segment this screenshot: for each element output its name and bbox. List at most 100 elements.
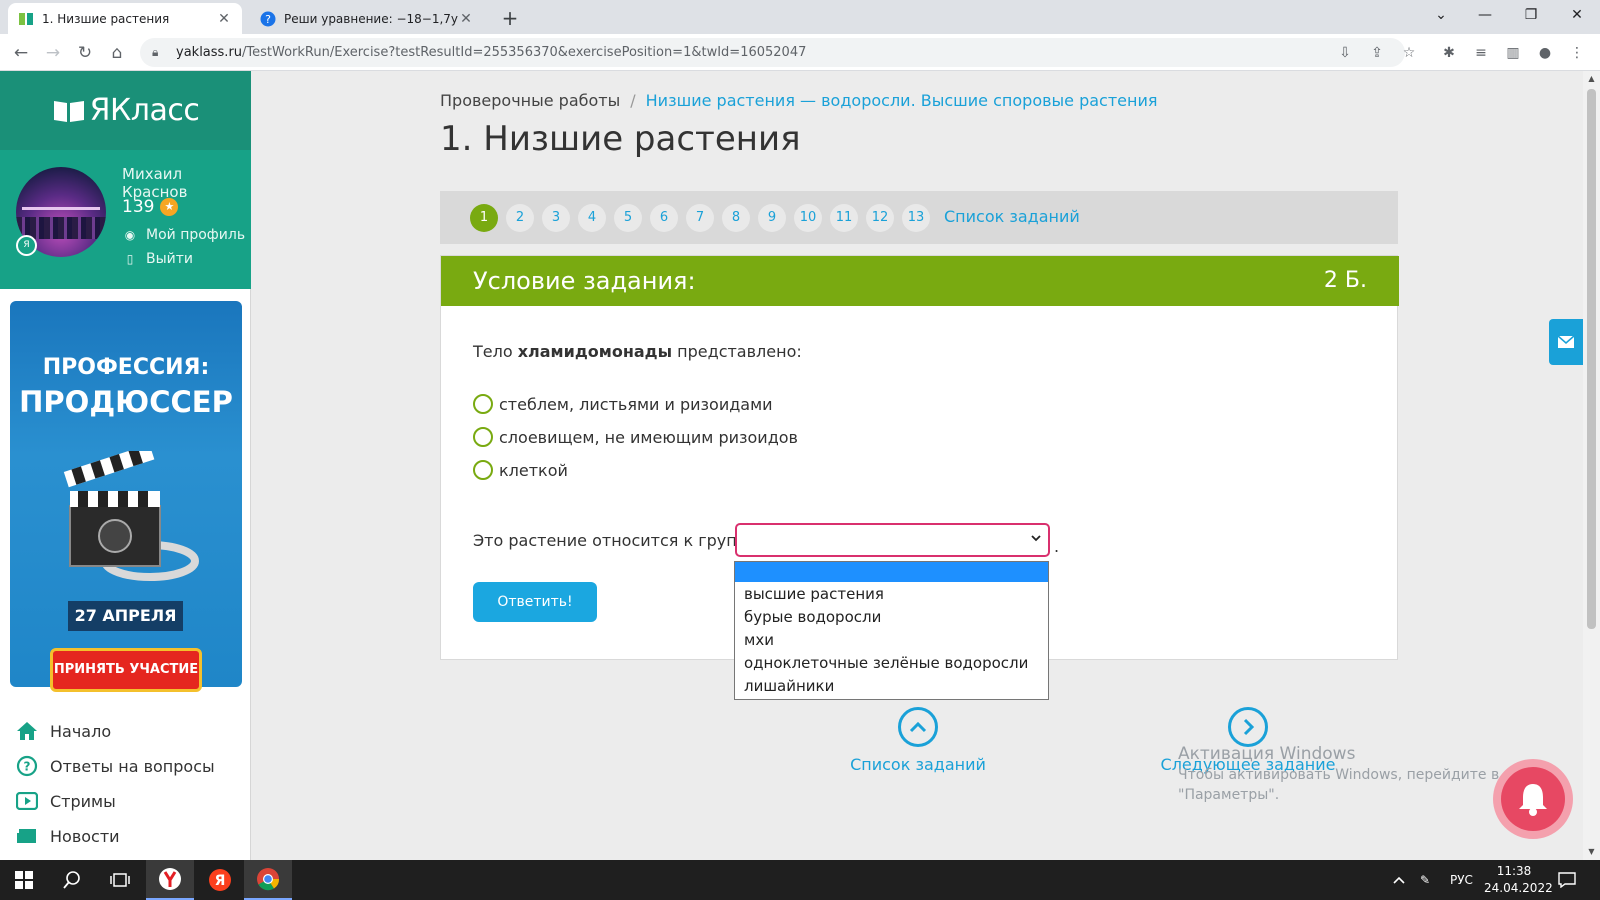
pager-item-7[interactable]: 7 bbox=[686, 204, 714, 232]
sidebar-item-news[interactable]: Новости bbox=[16, 821, 120, 851]
url-path: /TestWorkRun/Exercise?testResultId=25535… bbox=[242, 45, 807, 60]
bottom-task-list-link[interactable]: Список заданий bbox=[828, 707, 1008, 774]
tab-active[interactable]: 1. Низшие растения ✕ bbox=[8, 3, 242, 34]
sidebar-item-streams[interactable]: Стримы bbox=[16, 786, 116, 816]
group-select[interactable] bbox=[735, 523, 1050, 557]
pager-item-12[interactable]: 12 bbox=[866, 204, 894, 232]
side-panel-icon[interactable]: ▥ bbox=[1502, 42, 1524, 64]
tray-chevron-up-icon[interactable] bbox=[1392, 860, 1406, 900]
user-score: 139 ★ bbox=[122, 197, 179, 217]
restore-icon[interactable]: ❐ bbox=[1508, 0, 1554, 30]
input-language[interactable]: РУС bbox=[1450, 860, 1473, 900]
pager-item-13[interactable]: 13 bbox=[902, 204, 930, 232]
answer-option-1[interactable]: стеблем, листьями и ризоидами bbox=[473, 392, 773, 416]
my-profile-link[interactable]: ◉ Мой профиль bbox=[122, 227, 245, 243]
group-question-label: Это растение относится к группе bbox=[473, 531, 758, 550]
ad-cta-button[interactable]: ПРИНЯТЬ УЧАСТИЕ bbox=[50, 648, 202, 692]
address-bar[interactable]: 🔒︎ yaklass.ru/TestWorkRun/Exercise?testR… bbox=[140, 38, 1405, 67]
yandex-browser-icon[interactable] bbox=[146, 860, 194, 900]
dropdown-option[interactable]: одноклеточные зелёные водоросли bbox=[735, 652, 1048, 674]
sidebar-item-answers[interactable]: ? Ответы на вопросы bbox=[16, 751, 215, 781]
svg-text:?: ? bbox=[265, 13, 271, 26]
tab-inactive[interactable]: ? Реши уравнение: −18−1,7y=44,4 ✕ bbox=[250, 3, 484, 34]
logout-link[interactable]: ▯ Выйти bbox=[122, 251, 193, 267]
sidebar-item-label: Стримы bbox=[50, 791, 116, 811]
tab-close-icon[interactable]: ✕ bbox=[216, 11, 232, 27]
scroll-up-icon[interactable]: ▲ bbox=[1583, 71, 1600, 87]
tab-close-icon[interactable]: ✕ bbox=[458, 11, 474, 27]
window-close-icon[interactable]: ✕ bbox=[1554, 0, 1600, 30]
ad-date: 27 АПРЕЛЯ bbox=[68, 601, 183, 631]
windows-watermark-line: "Параметры". bbox=[1178, 787, 1280, 803]
news-icon bbox=[16, 825, 38, 847]
chevron-right-icon bbox=[1228, 707, 1268, 747]
pager-item-5[interactable]: 5 bbox=[614, 204, 642, 232]
chevron-down-icon bbox=[1030, 532, 1042, 547]
pager-item-3[interactable]: 3 bbox=[542, 204, 570, 232]
task-list-link[interactable]: Список заданий bbox=[944, 207, 1080, 226]
radio-button[interactable] bbox=[473, 427, 493, 447]
brand-logo[interactable]: ЯКласс bbox=[0, 71, 251, 150]
answer-option-3[interactable]: клеткой bbox=[473, 458, 568, 482]
breadcrumb-root[interactable]: Проверочные работы bbox=[440, 91, 620, 110]
pager-item-4[interactable]: 4 bbox=[578, 204, 606, 232]
ad-title-line1: ПРОФЕССИЯ: bbox=[42, 355, 210, 380]
clock-date: 24.04.2022 bbox=[1484, 881, 1553, 895]
minimize-icon[interactable]: — bbox=[1462, 0, 1508, 30]
pen-icon[interactable]: ✎ bbox=[1420, 860, 1430, 900]
pager-item-10[interactable]: 10 bbox=[794, 204, 822, 232]
user-name[interactable]: Михаил Краснов bbox=[122, 165, 251, 201]
dropdown-option-empty[interactable] bbox=[735, 562, 1048, 582]
windows-watermark-title: Активация Windows bbox=[1178, 744, 1356, 764]
search-icon[interactable] bbox=[48, 860, 96, 900]
answer-option-label: стеблем, листьями и ризоидами bbox=[499, 394, 773, 414]
advert-banner[interactable]: ПРОФЕССИЯ: ПРОДЮССЕР 27 АПРЕЛЯ ПРИНЯТЬ У… bbox=[10, 301, 242, 692]
scroll-down-icon[interactable]: ▼ bbox=[1583, 844, 1600, 860]
scroll-thumb[interactable] bbox=[1587, 89, 1596, 629]
windows-start-icon[interactable] bbox=[0, 860, 48, 900]
page-scrollbar[interactable]: ▲ ▼ bbox=[1583, 71, 1600, 860]
install-icon[interactable]: ⇩ bbox=[1334, 42, 1356, 64]
pager-item-6[interactable]: 6 bbox=[650, 204, 678, 232]
dropdown-option[interactable]: лишайники bbox=[735, 675, 1048, 697]
reading-list-icon[interactable]: ≡ bbox=[1470, 42, 1492, 64]
tab-title: 1. Низшие растения bbox=[42, 11, 170, 26]
svg-text:Я: Я bbox=[215, 873, 226, 889]
bookmark-star-icon[interactable]: ☆ bbox=[1398, 42, 1420, 64]
extensions-icon[interactable]: ✱ bbox=[1438, 42, 1460, 64]
dropdown-option[interactable]: бурые водоросли bbox=[735, 606, 1048, 628]
answer-button[interactable]: Ответить! bbox=[473, 582, 597, 622]
back-icon[interactable]: ← bbox=[8, 40, 34, 66]
dropdown-option[interactable]: высшие растения bbox=[735, 583, 1048, 605]
tab-search-icon[interactable]: ⌄ bbox=[1418, 0, 1464, 30]
dropdown-option[interactable]: мхи bbox=[735, 629, 1048, 651]
radio-button[interactable] bbox=[473, 394, 493, 414]
pager-item-11[interactable]: 11 bbox=[830, 204, 858, 232]
breadcrumb-current[interactable]: Низшие растения — водоросли. Высшие спор… bbox=[646, 91, 1158, 110]
share-icon[interactable]: ⇪ bbox=[1366, 42, 1388, 64]
taskbar-clock[interactable]: 11:38 24.04.2022 bbox=[1484, 863, 1553, 897]
logout-label: Выйти bbox=[146, 251, 194, 267]
task-view-icon[interactable] bbox=[96, 860, 144, 900]
forward-icon[interactable]: → bbox=[40, 40, 66, 66]
pager-item-1[interactable]: 1 bbox=[470, 204, 498, 232]
reload-icon[interactable]: ↻ bbox=[72, 40, 98, 66]
chrome-icon[interactable] bbox=[244, 860, 292, 900]
new-tab-icon[interactable]: + bbox=[498, 6, 522, 30]
home-button-icon[interactable]: ⌂ bbox=[104, 40, 130, 66]
sidebar-item-home[interactable]: Начало bbox=[16, 716, 111, 746]
pager-item-9[interactable]: 9 bbox=[758, 204, 786, 232]
feedback-mail-button[interactable] bbox=[1549, 319, 1583, 365]
pager-item-8[interactable]: 8 bbox=[722, 204, 750, 232]
notification-bell-button[interactable] bbox=[1493, 759, 1573, 839]
my-profile-label: Мой профиль bbox=[146, 227, 246, 243]
notifications-icon[interactable] bbox=[1558, 860, 1576, 900]
sidebar-item-label: Начало bbox=[50, 721, 112, 741]
radio-button[interactable] bbox=[473, 460, 493, 480]
answer-option-2[interactable]: слоевищем, не имеющим ризоидов bbox=[473, 425, 798, 449]
menu-icon[interactable]: ⋮ bbox=[1566, 42, 1588, 64]
group-suffix: . bbox=[1054, 537, 1060, 556]
yandex-icon[interactable]: Я bbox=[196, 860, 244, 900]
pager-item-2[interactable]: 2 bbox=[506, 204, 534, 232]
profile-icon[interactable]: ● bbox=[1534, 42, 1556, 64]
